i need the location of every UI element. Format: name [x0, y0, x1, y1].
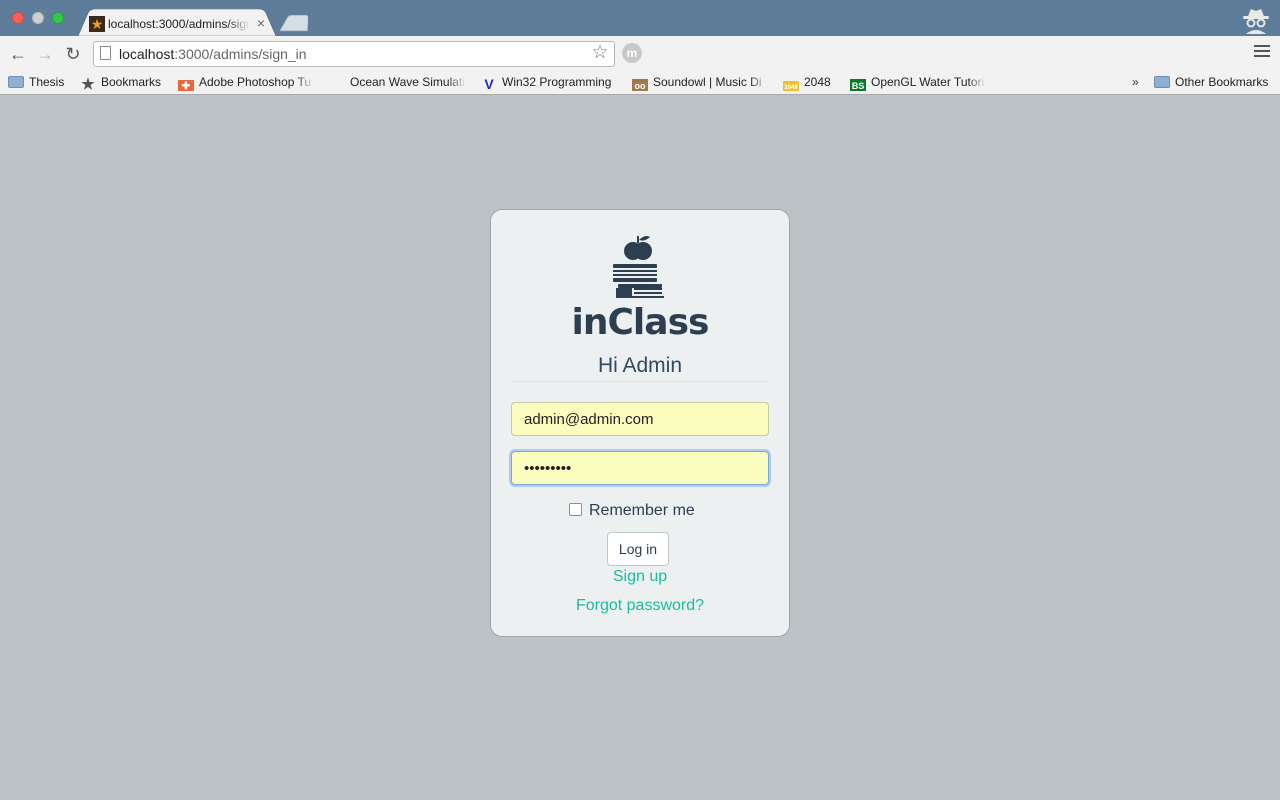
incognito-icon	[1243, 9, 1269, 34]
brand-logo-text: inClass	[571, 302, 710, 343]
bookmark-2048[interactable]: 2048 2048	[783, 73, 839, 91]
bookmarks-overflow-button[interactable]: »	[1132, 73, 1139, 91]
bookmark-star-icon[interactable]: ☆	[590, 43, 610, 63]
bookmark-label: Win32 Programming	[502, 75, 612, 89]
bookmark-fade	[296, 74, 314, 90]
bookmark-ocean-wave[interactable]: Ocean Wave Simulati	[329, 73, 465, 91]
title-divider	[512, 381, 768, 382]
bookmark-bookmarks[interactable]: ★ Bookmarks	[80, 73, 170, 91]
bookmark-label: Thesis	[29, 75, 65, 89]
remember-me-checkbox[interactable]	[569, 503, 582, 516]
window-close-button[interactable]	[12, 12, 24, 24]
bookmark-thesis[interactable]: Thesis	[8, 73, 72, 91]
folder-icon	[8, 76, 24, 88]
other-bookmarks-label: Other Bookmarks	[1175, 75, 1269, 89]
bookmark-fade	[448, 74, 466, 90]
tab-title: localhost:3000/admins/sign_in	[108, 17, 248, 31]
reload-button[interactable]: ↻	[63, 44, 83, 64]
bookmark-adobe-photoshop[interactable]: ✚ Adobe Photoshop Tu	[178, 73, 313, 91]
star-icon: ★	[81, 76, 95, 91]
bookmark-opengl-water[interactable]: BS OpenGL Water Tutori	[850, 73, 986, 91]
bookmark-label: Soundowl | Music Di	[653, 75, 762, 89]
log-in-button[interactable]: Log in	[607, 532, 669, 566]
bookmark-label: 2048	[804, 75, 831, 89]
tab-title-fade	[228, 14, 250, 34]
chrome-menu-icon[interactable]	[1254, 45, 1270, 61]
blank-icon	[329, 75, 345, 89]
extension-icon[interactable]: m	[622, 43, 642, 63]
remember-me-label: Remember me	[589, 502, 695, 519]
folder-icon	[1154, 76, 1170, 88]
bookmark-fade	[968, 74, 986, 90]
page-title: Hi Admin	[597, 354, 683, 377]
url-path: :3000/admins/sign_in	[174, 46, 307, 62]
bookmark-fade	[750, 74, 768, 90]
url-text[interactable]: localhost:3000/admins/sign_in	[119, 45, 307, 63]
page-icon	[100, 46, 111, 60]
bookmark-label: Bookmarks	[101, 75, 162, 89]
bookmark-label: Adobe Photoshop Tu	[199, 75, 312, 89]
email-field[interactable]	[511, 402, 769, 436]
bookmark-win32[interactable]: V Win32 Programming	[481, 73, 615, 91]
tab-favicon-icon: ★	[89, 16, 105, 32]
url-host: localhost	[119, 46, 175, 62]
game-2048-icon: 2048	[783, 81, 799, 91]
opengl-icon: BS	[850, 79, 866, 91]
forgot-password-link[interactable]: Forgot password?	[512, 596, 768, 616]
other-bookmarks[interactable]: Other Bookmarks	[1154, 73, 1274, 91]
window-minimize-button[interactable]	[32, 12, 44, 24]
soundowl-icon: oo	[632, 79, 648, 91]
forward-button[interactable]: →	[35, 44, 55, 64]
window-maximize-button[interactable]	[52, 12, 64, 24]
new-tab-button[interactable]	[280, 15, 308, 32]
sign-up-link[interactable]: Sign up	[512, 567, 768, 587]
password-field[interactable]	[511, 451, 769, 485]
tab-close-icon[interactable]: ×	[254, 15, 268, 31]
win32-icon: V	[484, 76, 494, 91]
photoshop-icon: ✚	[178, 80, 194, 91]
bookmark-soundowl[interactable]: oo Soundowl | Music Di	[632, 73, 768, 91]
back-button[interactable]: ←	[8, 44, 28, 64]
remember-me-option[interactable]: Remember me	[569, 501, 695, 521]
